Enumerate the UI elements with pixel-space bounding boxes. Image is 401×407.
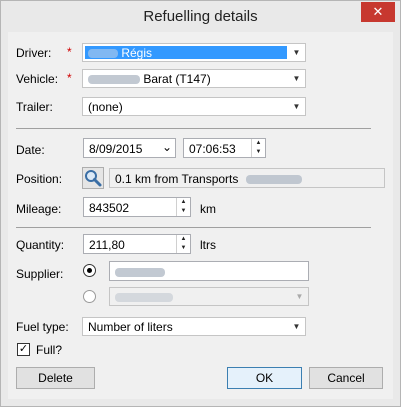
driver-label: Driver: (16, 46, 52, 60)
chevron-down-icon[interactable]: ▼ (288, 70, 305, 87)
date-value: 8/09/2015 (89, 142, 143, 156)
vehicle-label: Vehicle: (16, 72, 59, 86)
time-spinner[interactable]: ▲ ▼ (251, 139, 265, 157)
supplier-label: Supplier: (16, 267, 64, 281)
dialog-window: Refuelling details ✕ Driver: * Régis ▼ V… (0, 0, 401, 407)
driver-required-mark: * (67, 45, 72, 59)
chevron-down-icon[interactable]: ▼ (288, 98, 305, 115)
spin-down-icon[interactable]: ▼ (177, 207, 190, 216)
ok-button[interactable]: OK (227, 367, 302, 389)
fuel-type-combobox[interactable]: Number of liters ▼ (82, 317, 306, 336)
time-field[interactable]: 07:06:53 ▲ ▼ (183, 138, 266, 158)
title-bar: Refuelling details ✕ (1, 1, 400, 32)
quantity-value: 211,80 (89, 238, 125, 252)
vehicle-value: Barat (T147) (143, 72, 211, 86)
driver-combobox[interactable]: Régis ▼ (82, 43, 306, 62)
full-label: Full? (36, 343, 63, 357)
redacted-text (115, 293, 173, 303)
trailer-value: (none) (88, 100, 123, 114)
mileage-unit: km (200, 202, 216, 216)
mileage-value: 843502 (89, 201, 130, 215)
redacted-text (88, 75, 140, 85)
supplier-combobox[interactable]: ▼ (109, 287, 309, 306)
trailer-label: Trailer: (16, 100, 53, 114)
position-lookup-button[interactable] (82, 167, 104, 189)
quantity-spinner[interactable]: ▲ ▼ (176, 235, 190, 253)
vehicle-combobox[interactable]: Barat (T147) ▼ (82, 69, 306, 88)
vehicle-required-mark: * (67, 71, 72, 85)
divider (16, 128, 371, 129)
window-title: Refuelling details (143, 8, 258, 25)
date-picker[interactable]: 8/09/2015 ⌄ (83, 138, 176, 158)
spin-up-icon[interactable]: ▲ (252, 139, 265, 148)
fuel-type-value: Number of liters (88, 320, 173, 334)
quantity-field[interactable]: 211,80 ▲ ▼ (83, 234, 191, 254)
redacted-text (88, 49, 118, 59)
driver-value: Régis (121, 46, 153, 60)
quantity-unit: ltrs (200, 238, 216, 252)
radio-selected-dot (87, 268, 92, 273)
mileage-label: Mileage: (16, 202, 62, 216)
dialog-body: Driver: * Régis ▼ Vehicle: * Barat (T147… (8, 32, 393, 399)
spin-up-icon[interactable]: ▲ (177, 198, 190, 207)
divider (16, 227, 371, 228)
quantity-label: Quantity: (16, 238, 65, 252)
chevron-down-icon[interactable]: ▼ (288, 44, 305, 61)
delete-button[interactable]: Delete (16, 367, 95, 389)
mileage-spinner[interactable]: ▲ ▼ (176, 198, 190, 216)
position-value: 0.1 km from Transports (115, 172, 239, 186)
date-label: Date: (16, 143, 45, 157)
chevron-down-icon[interactable]: ▼ (291, 288, 308, 305)
close-button[interactable]: ✕ (361, 2, 395, 22)
mileage-field[interactable]: 843502 ▲ ▼ (83, 197, 191, 217)
position-field: 0.1 km from Transports (109, 168, 385, 188)
chevron-down-icon[interactable]: ⌄ (162, 140, 172, 154)
chevron-down-icon[interactable]: ▼ (288, 318, 305, 335)
cancel-button[interactable]: Cancel (309, 367, 383, 389)
fuel-type-label: Fuel type: (16, 320, 69, 334)
spin-up-icon[interactable]: ▲ (177, 235, 190, 244)
trailer-combobox[interactable]: (none) ▼ (82, 97, 306, 116)
full-checkbox[interactable]: ✓ (17, 343, 30, 356)
position-label: Position: (16, 172, 63, 186)
supplier-radio-2[interactable] (83, 290, 96, 303)
spin-down-icon[interactable]: ▼ (252, 148, 265, 157)
supplier-name-field[interactable] (109, 261, 309, 281)
supplier-radio-1[interactable] (83, 264, 96, 277)
redacted-text (245, 175, 302, 185)
spin-down-icon[interactable]: ▼ (177, 244, 190, 253)
search-icon (85, 170, 102, 187)
time-value: 07:06:53 (189, 142, 236, 156)
redacted-text (115, 268, 165, 278)
